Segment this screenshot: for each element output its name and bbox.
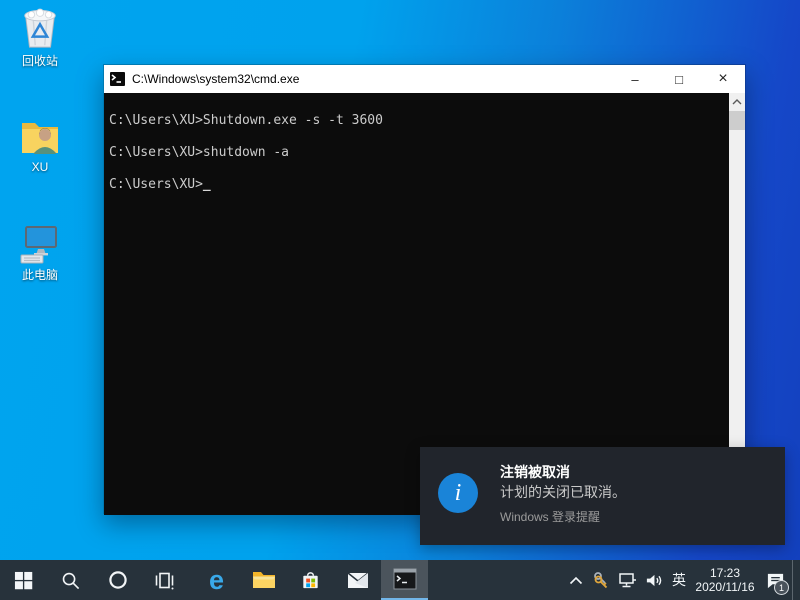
mail-icon	[346, 571, 370, 590]
close-button[interactable]: ×	[701, 65, 745, 93]
file-explorer-button[interactable]	[240, 560, 287, 600]
minimize-icon: –	[631, 72, 638, 87]
desktop-icon-label: XU	[32, 161, 49, 174]
window-title: C:\Windows\system32\cmd.exe	[132, 72, 613, 86]
start-icon	[14, 571, 33, 590]
tray-keys-button[interactable]	[588, 560, 614, 600]
toast-body: 计划的关闭已取消。	[500, 482, 626, 502]
cortana-icon	[107, 569, 129, 591]
language-label: 英	[672, 570, 686, 590]
info-icon: i	[438, 473, 478, 545]
user-folder-icon	[18, 112, 62, 158]
mail-button[interactable]	[334, 560, 381, 600]
console-line: C:\Users\XU>Shutdown.exe -s -t 3600	[109, 113, 725, 129]
action-center-button[interactable]: 1	[758, 560, 792, 600]
clock[interactable]: 17:23 2020/11/16	[692, 560, 758, 600]
scrollbar-thumb[interactable]	[729, 111, 745, 130]
info-glyph: i	[455, 480, 462, 507]
recycle-bin-icon	[19, 6, 61, 52]
store-button[interactable]	[287, 560, 334, 600]
desktop-icon-this-pc[interactable]: 此电脑	[2, 220, 78, 282]
cmd-taskbar-button[interactable]	[381, 560, 428, 600]
desktop-icon-recycle-bin[interactable]: 回收站	[2, 6, 78, 68]
console-line: C:\Users\XU>shutdown -a	[109, 145, 725, 161]
clock-date: 2020/11/16	[695, 580, 754, 594]
language-indicator[interactable]: 英	[666, 560, 692, 600]
desktop-icon-user-folder[interactable]: XU	[2, 112, 78, 174]
clock-time: 17:23	[710, 566, 740, 580]
store-icon	[299, 569, 322, 592]
tray-volume-button[interactable]	[640, 560, 666, 600]
close-icon: ×	[718, 70, 727, 88]
maximize-button[interactable]: □	[657, 65, 701, 93]
text-cursor: _	[203, 177, 211, 192]
chevron-up-icon	[569, 576, 583, 585]
toast-attribution: Windows 登录提醒	[500, 509, 626, 525]
network-icon	[618, 572, 637, 589]
console-line-prompt: C:\Users\XU>_	[109, 177, 725, 193]
task-view-button[interactable]	[141, 560, 188, 600]
desktop-icon-label: 此电脑	[22, 269, 58, 282]
scroll-up-button[interactable]	[729, 93, 745, 110]
file-explorer-icon	[252, 570, 276, 590]
cmd-window-titlebar[interactable]: C:\Windows\system32\cmd.exe – □ ×	[104, 65, 745, 93]
minimize-button[interactable]: –	[613, 65, 657, 93]
desktop-icon-label: 回收站	[22, 55, 58, 68]
tray-chevron-button[interactable]	[564, 560, 588, 600]
tray-network-button[interactable]	[614, 560, 640, 600]
scroll-up-icon	[732, 99, 742, 105]
taskbar: e	[0, 560, 800, 600]
search-icon	[60, 570, 81, 591]
toast-title: 注销被取消	[500, 462, 626, 482]
search-button[interactable]	[47, 560, 94, 600]
keys-icon	[592, 571, 610, 589]
this-pc-icon	[17, 220, 63, 266]
maximize-icon: □	[675, 72, 683, 87]
task-view-icon	[153, 570, 176, 591]
edge-icon: e	[209, 567, 224, 594]
volume-icon	[644, 572, 663, 589]
cmd-taskbar-icon	[392, 568, 418, 590]
notification-toast[interactable]: i 注销被取消 计划的关闭已取消。 Windows 登录提醒	[420, 447, 785, 545]
cortana-button[interactable]	[94, 560, 141, 600]
start-button[interactable]	[0, 560, 47, 600]
notification-badge: 1	[774, 580, 789, 595]
cmd-icon	[110, 72, 125, 86]
show-desktop-button[interactable]	[792, 560, 800, 600]
edge-button[interactable]: e	[193, 560, 240, 600]
prompt-text: C:\Users\XU>	[109, 177, 203, 192]
